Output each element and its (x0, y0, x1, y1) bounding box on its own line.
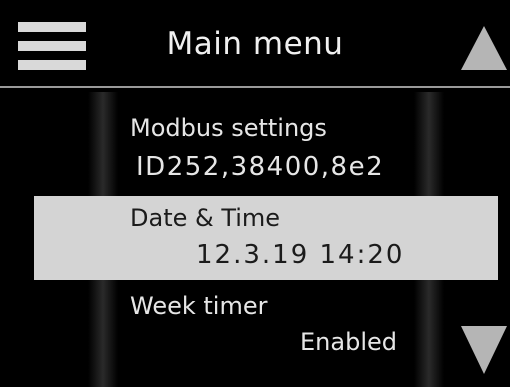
header-divider (0, 86, 510, 88)
menu-item-week-timer[interactable]: Week timer Enabled (0, 284, 450, 384)
menu-item-label: Week timer (130, 292, 268, 320)
menu-item-value: 12.3.19 14:20 (196, 240, 405, 270)
menu-item-modbus-settings[interactable]: Modbus settings ID252,38400,8e2 (0, 100, 510, 194)
arrow-down-icon[interactable] (461, 326, 507, 374)
menu-bar (18, 22, 86, 32)
arrow-up-icon[interactable] (461, 26, 507, 70)
hamburger-menu-icon[interactable] (18, 22, 86, 70)
page-title: Main menu (166, 26, 344, 62)
menu-item-label: Date & Time (130, 204, 281, 232)
menu-item-value: Enabled (300, 328, 397, 356)
menu-bar (18, 60, 86, 70)
menu-item-label: Modbus settings (130, 114, 327, 142)
menu-bar (18, 41, 86, 51)
menu-item-date-time[interactable]: Date & Time 12.3.19 14:20 (34, 196, 498, 280)
menu-item-value: ID252,38400,8e2 (136, 152, 385, 182)
